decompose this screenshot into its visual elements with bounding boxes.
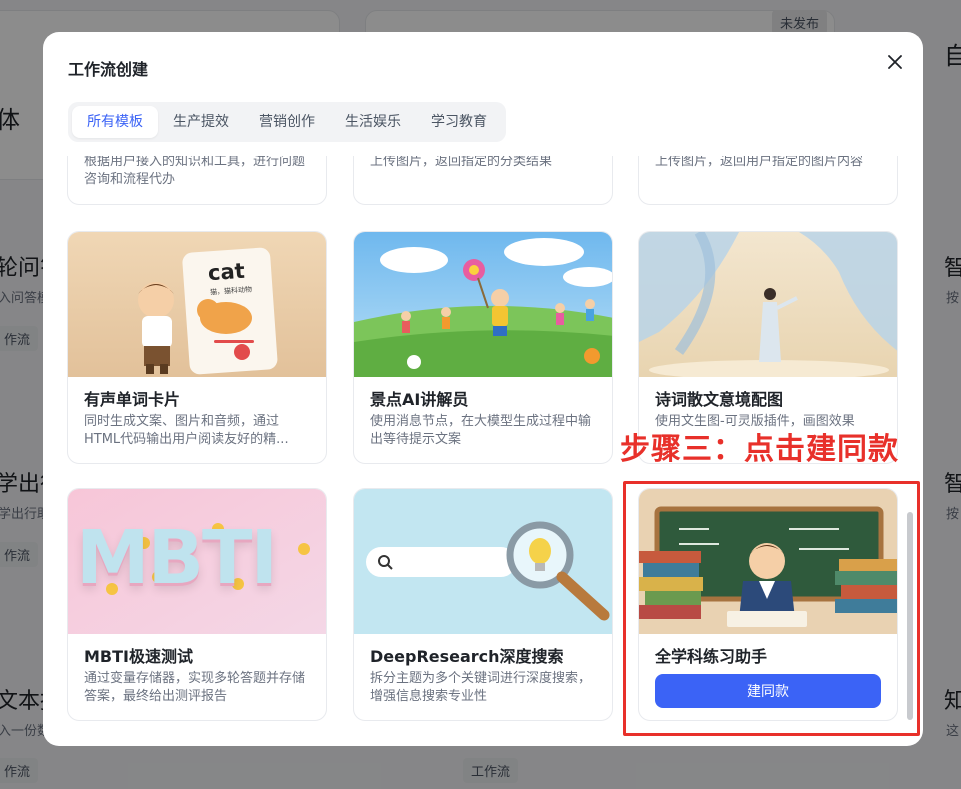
workflow-create-modal: 工作流创建 所有模板 生产提效 营销创作 生活娱乐 学习教育 根据用户接入的知识… (43, 32, 923, 746)
template-card[interactable]: cat 猫，猫科动物 有声单词卡片 同时生成文案、图片和音频，通过HTML代码输… (67, 231, 327, 464)
template-desc: 上传图片，返回指定的分类结果 (370, 156, 553, 169)
cat-word-card-illustration: cat 猫，猫科动物 (68, 232, 326, 377)
template-title: 诗词散文意境配图 (655, 390, 784, 409)
template-title: 景点AI讲解员 (370, 390, 469, 409)
template-card[interactable]: 上传图片，返回指定的分类结果 (353, 156, 613, 205)
search-magnifier-illustration (354, 489, 612, 634)
close-icon (888, 55, 902, 69)
template-card[interactable]: MBTI MBTI极速测试 通过变量存储器，实现多轮答题并存储答案，最终给出测评… (67, 488, 327, 721)
card-image-word: cat (207, 258, 246, 286)
student-books-blackboard-illustration (639, 489, 897, 634)
template-card[interactable]: 景点AI讲解员 使用消息节点，在大模型生成过程中输出等待提示文案 (353, 231, 613, 464)
template-desc: 拆分主题为多个关键词进行深度搜索，增强信息搜索专业性 (370, 671, 592, 704)
card-image-word: MBTI (76, 515, 278, 601)
kids-running-meadow-illustration (354, 232, 612, 377)
template-card[interactable]: 上传图片，返回用户指定的图片内容 (638, 156, 898, 205)
template-desc: 通过变量存储器，实现多轮答题并存储答案，最终给出测评报告 (84, 671, 306, 704)
close-button[interactable] (881, 48, 909, 76)
template-card[interactable]: 根据用户接入的知识和工具，进行问题咨询和流程代办 (67, 156, 327, 205)
modal-title: 工作流创建 (68, 60, 149, 79)
ancient-scholar-curtains-illustration (639, 232, 897, 377)
category-tabs: 所有模板 生产提效 营销创作 生活娱乐 学习教育 (68, 102, 506, 142)
step-annotation: 步骤三：点击建同款 (620, 432, 899, 467)
template-card-hovered[interactable]: 全学科练习助手 建同款 (638, 488, 898, 721)
mbti-letters-illustration: MBTI (68, 489, 326, 634)
tab-lifestyle[interactable]: 生活娱乐 (330, 106, 416, 138)
template-title: MBTI极速测试 (84, 647, 193, 666)
create-copy-button[interactable]: 建同款 (655, 674, 881, 708)
scrollbar[interactable] (907, 512, 913, 720)
template-title: 有声单词卡片 (84, 390, 181, 409)
template-card[interactable]: DeepResearch深度搜索 拆分主题为多个关键词进行深度搜索，增强信息搜索… (353, 488, 613, 721)
template-title: 全学科练习助手 (655, 647, 768, 666)
tab-all-templates[interactable]: 所有模板 (72, 106, 158, 138)
template-desc: 同时生成文案、图片和音频，通过HTML代码输出用户阅读友好的精... (84, 414, 289, 447)
template-title: DeepResearch深度搜索 (370, 647, 564, 666)
tab-productivity[interactable]: 生产提效 (158, 106, 244, 138)
template-desc: 根据用户接入的知识和工具，进行问题咨询和流程代办 (84, 156, 306, 187)
tab-education[interactable]: 学习教育 (416, 106, 502, 138)
template-desc: 上传图片，返回用户指定的图片内容 (655, 156, 864, 169)
template-desc: 使用消息节点，在大模型生成过程中输出等待提示文案 (370, 414, 592, 447)
tab-marketing[interactable]: 营销创作 (244, 106, 330, 138)
